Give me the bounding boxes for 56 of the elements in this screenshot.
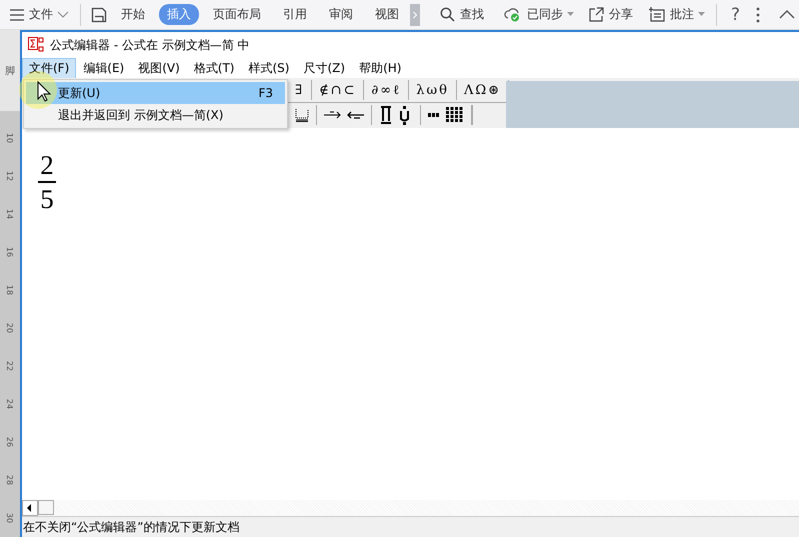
menu-item[interactable]: 格式(T): [186, 58, 242, 78]
underline-box-icon[interactable]: [295, 108, 309, 122]
ruler-number: 30: [4, 512, 16, 526]
ruler-number: 22: [4, 360, 16, 374]
ruler-number: 10: [4, 132, 16, 146]
window-title: 公式编辑器 - 公式在 示例文档—简 中: [50, 36, 250, 54]
ruler-number: 24: [4, 398, 16, 412]
share-button[interactable]: 分享: [609, 6, 633, 23]
symbol-palette-button[interactable]: ∉∩⊂: [312, 80, 364, 100]
numerator: 2: [40, 150, 54, 180]
chevron-down-icon[interactable]: [57, 10, 69, 18]
menu-item[interactable]: 样式(S): [242, 58, 296, 78]
search-icon[interactable]: [440, 7, 455, 22]
ribbon-tab[interactable]: 引用: [275, 4, 315, 25]
menu-item[interactable]: 尺寸(Z): [296, 58, 352, 78]
comment-icon[interactable]: [649, 7, 665, 22]
search-button[interactable]: 查找: [460, 6, 484, 23]
menu-icon[interactable]: [10, 8, 24, 20]
app-icon: [28, 37, 44, 53]
ruler-number: 16: [4, 246, 16, 260]
ruler-number: 26: [4, 436, 16, 450]
scroll-left-icon[interactable]: [22, 500, 38, 516]
share-icon[interactable]: [589, 7, 604, 22]
symbol-palette-button[interactable]: λωθ: [409, 80, 457, 100]
menu-option[interactable]: 更新(U) F3: [26, 82, 285, 104]
more-icon[interactable]: [756, 6, 760, 22]
status-text: 在不关闭“公式编辑器”的情况下更新文档: [23, 518, 240, 536]
ruler-number: 14: [4, 208, 16, 222]
caret-icon[interactable]: [567, 12, 574, 17]
matrix-icon[interactable]: [428, 107, 464, 123]
ribbon-tab[interactable]: 开始: [113, 4, 153, 25]
ribbon-tab[interactable]: 页面布局: [205, 4, 269, 25]
menu-item[interactable]: 编辑(E): [76, 58, 132, 78]
menu-item[interactable]: 视图(V): [131, 58, 187, 78]
ruler-number: 12: [4, 170, 16, 184]
menu-item[interactable]: 文件(F): [22, 58, 76, 78]
symbol-palette-button[interactable]: ∂∞ℓ: [364, 80, 410, 100]
menu-option[interactable]: 退出并返回到 示例文档—简(X): [26, 104, 285, 126]
ruler-number: 28: [4, 474, 16, 488]
file-menu[interactable]: 文件: [29, 6, 53, 23]
ruler-number: 20: [4, 322, 16, 336]
caret-icon[interactable]: [698, 12, 705, 17]
arrows-icon[interactable]: [324, 111, 364, 119]
ribbon-tab[interactable]: 视图: [367, 4, 407, 25]
ribbon-tab[interactable]: 审阅: [321, 4, 361, 25]
scroll-thumb[interactable]: [38, 500, 54, 515]
denominator: 5: [40, 184, 54, 214]
help-button[interactable]: ?: [731, 4, 740, 24]
cloud-check-icon[interactable]: [504, 7, 522, 22]
collapse-icon[interactable]: [779, 10, 796, 19]
side-tab[interactable]: 脚: [0, 30, 20, 111]
save-icon[interactable]: [91, 6, 107, 22]
sync-status[interactable]: 已同步: [527, 6, 563, 23]
comment-button[interactable]: 批注: [670, 6, 694, 23]
ruler-number: 18: [4, 284, 16, 298]
menu-item[interactable]: 帮助(H): [352, 58, 408, 78]
